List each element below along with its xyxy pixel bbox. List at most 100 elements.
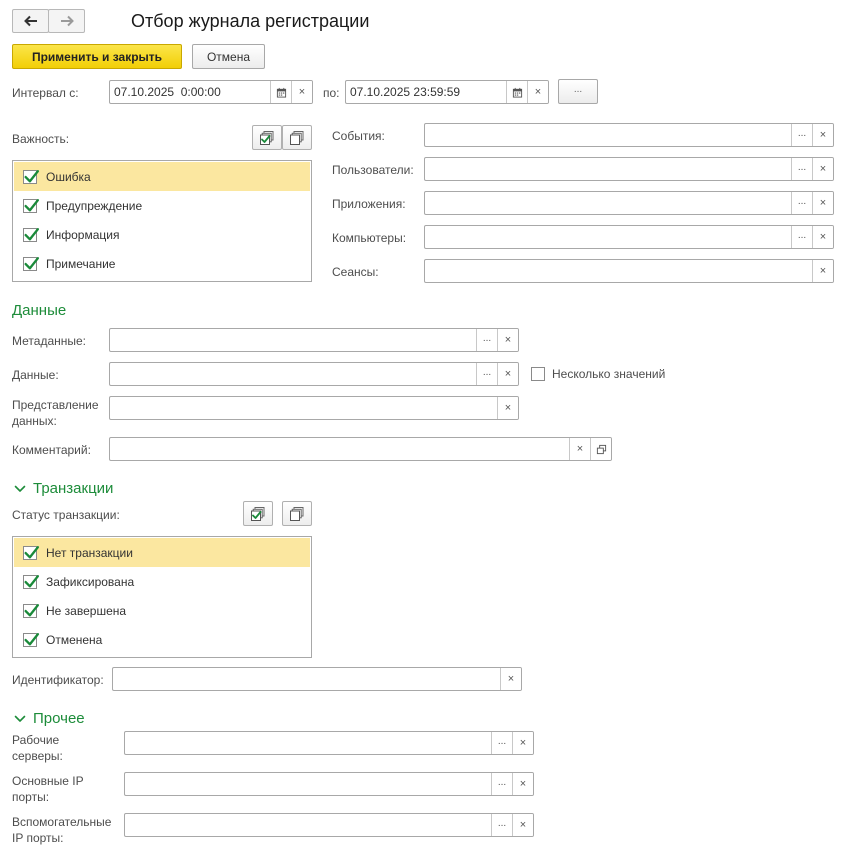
multiple-values-checkbox-row[interactable]: Несколько значений xyxy=(531,367,665,381)
events-clear-button[interactable]: × xyxy=(812,124,833,146)
clear-to-button[interactable]: × xyxy=(527,81,548,103)
apps-value[interactable] xyxy=(425,192,791,214)
interval-from-value[interactable]: 07.10.2025 0:00:00 xyxy=(110,81,270,103)
users-clear-button[interactable]: × xyxy=(812,158,833,180)
interval-from-field[interactable]: 07.10.2025 0:00:00 × xyxy=(109,80,313,104)
data-value[interactable] xyxy=(110,363,476,385)
clear-icon: × xyxy=(519,778,527,790)
main-ports-field[interactable]: ... × xyxy=(124,772,534,796)
checkbox[interactable] xyxy=(23,169,37,184)
checkbox[interactable] xyxy=(23,603,37,618)
checkbox[interactable] xyxy=(23,545,37,560)
interval-from-label: Интервал с: xyxy=(12,86,79,100)
cancel-button[interactable]: Отмена xyxy=(192,44,265,69)
data-select-button[interactable]: ... xyxy=(476,363,497,385)
checkbox[interactable] xyxy=(23,574,37,589)
clear-icon: × xyxy=(298,86,306,98)
clear-from-button[interactable]: × xyxy=(291,81,312,103)
ellipsis-icon: ... xyxy=(497,817,507,829)
uncheck-all-importance-button[interactable] xyxy=(282,125,312,150)
main-ports-clear-button[interactable]: × xyxy=(512,773,533,795)
apps-clear-button[interactable]: × xyxy=(812,192,833,214)
metadata-field[interactable]: ... × xyxy=(109,328,519,352)
list-item-committed[interactable]: Зафиксирована xyxy=(14,567,310,596)
list-item-importance-error[interactable]: Ошибка xyxy=(14,162,310,191)
interval-to-value[interactable]: 07.10.2025 23:59:59 xyxy=(346,81,506,103)
computers-value[interactable] xyxy=(425,226,791,248)
list-item-rolled-back[interactable]: Отменена xyxy=(14,625,310,654)
list-item-importance-note[interactable]: Примечание xyxy=(14,249,310,278)
comment-clear-button[interactable]: × xyxy=(569,438,590,460)
presentation-clear-button[interactable]: × xyxy=(497,397,518,419)
list-item-label: Примечание xyxy=(46,256,116,271)
apps-field[interactable]: ... × xyxy=(424,191,834,215)
identifier-field[interactable]: × xyxy=(112,667,522,691)
presentation-field[interactable]: × xyxy=(109,396,519,420)
importance-label: Важность: xyxy=(12,132,70,146)
users-field[interactable]: ... × xyxy=(424,157,834,181)
computers-label: Компьютеры: xyxy=(332,231,407,245)
transactions-section-label: Транзакции xyxy=(33,480,114,497)
uncheck-all-transactions-button[interactable] xyxy=(282,501,312,526)
checkbox[interactable] xyxy=(23,227,37,242)
data-field[interactable]: ... × xyxy=(109,362,519,386)
sessions-value[interactable] xyxy=(425,260,812,282)
check-all-importance-button[interactable] xyxy=(252,125,282,150)
list-item-importance-warning[interactable]: Предупреждение xyxy=(14,191,310,220)
identifier-clear-button[interactable]: × xyxy=(500,668,521,690)
aux-ports-value[interactable] xyxy=(125,814,491,836)
multiple-values-checkbox[interactable] xyxy=(531,367,545,381)
presentation-label: Представление данных: xyxy=(12,398,99,428)
interval-more-button[interactable]: ... xyxy=(558,79,598,104)
comment-field[interactable]: × xyxy=(109,437,612,461)
events-value[interactable] xyxy=(425,124,791,146)
transactions-section-title[interactable]: Транзакции xyxy=(14,480,113,497)
list-item-not-completed[interactable]: Не завершена xyxy=(14,596,310,625)
checkbox[interactable] xyxy=(23,632,37,647)
presentation-value[interactable] xyxy=(110,397,497,419)
clear-icon: × xyxy=(507,673,515,685)
work-servers-value[interactable] xyxy=(125,732,491,754)
computers-clear-button[interactable]: × xyxy=(812,226,833,248)
other-section-title[interactable]: Прочее xyxy=(14,710,85,727)
comment-open-button[interactable] xyxy=(590,438,611,460)
calendar-from-button[interactable] xyxy=(270,81,291,103)
page-title: Отбор журнала регистрации xyxy=(131,11,370,31)
forward-button[interactable] xyxy=(48,9,85,33)
metadata-select-button[interactable]: ... xyxy=(476,329,497,351)
check-all-transactions-button[interactable] xyxy=(243,501,273,526)
transaction-status-label: Статус транзакции: xyxy=(12,508,120,522)
list-item-label: Отменена xyxy=(46,632,103,647)
comment-value[interactable] xyxy=(110,438,569,460)
data-clear-button[interactable]: × xyxy=(497,363,518,385)
computers-field[interactable]: ... × xyxy=(424,225,834,249)
sessions-clear-button[interactable]: × xyxy=(812,260,833,282)
work-servers-clear-button[interactable]: × xyxy=(512,732,533,754)
arrow-right-icon xyxy=(60,15,74,27)
list-item-importance-info[interactable]: Информация xyxy=(14,220,310,249)
apply-and-close-button[interactable]: Применить и закрыть xyxy=(12,44,182,69)
identifier-value[interactable] xyxy=(113,668,500,690)
calendar-to-button[interactable] xyxy=(506,81,527,103)
work-servers-field[interactable]: ... × xyxy=(124,731,534,755)
main-ports-value[interactable] xyxy=(125,773,491,795)
sessions-field[interactable]: × xyxy=(424,259,834,283)
users-select-button[interactable]: ... xyxy=(791,158,812,180)
aux-ports-field[interactable]: ... × xyxy=(124,813,534,837)
interval-to-field[interactable]: 07.10.2025 23:59:59 × xyxy=(345,80,549,104)
aux-ports-select-button[interactable]: ... xyxy=(491,814,512,836)
users-value[interactable] xyxy=(425,158,791,180)
checkbox[interactable] xyxy=(23,198,37,213)
list-item-no-transaction[interactable]: Нет транзакции xyxy=(14,538,310,567)
apps-select-button[interactable]: ... xyxy=(791,192,812,214)
events-field[interactable]: ... × xyxy=(424,123,834,147)
main-ports-select-button[interactable]: ... xyxy=(491,773,512,795)
computers-select-button[interactable]: ... xyxy=(791,226,812,248)
back-button[interactable] xyxy=(12,9,49,33)
aux-ports-clear-button[interactable]: × xyxy=(512,814,533,836)
checkbox[interactable] xyxy=(23,256,37,271)
events-select-button[interactable]: ... xyxy=(791,124,812,146)
metadata-clear-button[interactable]: × xyxy=(497,329,518,351)
metadata-value[interactable] xyxy=(110,329,476,351)
work-servers-select-button[interactable]: ... xyxy=(491,732,512,754)
